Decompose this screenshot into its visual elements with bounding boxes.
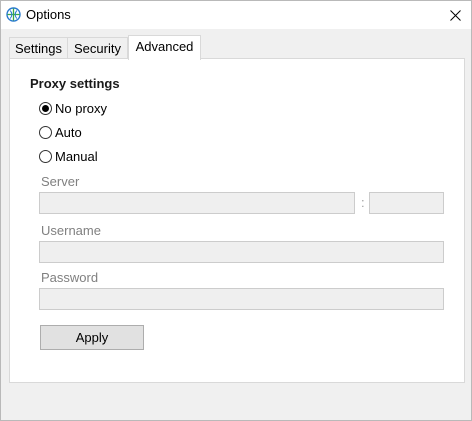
tab-advanced[interactable]: Advanced	[128, 35, 201, 60]
radio-auto-indicator[interactable]	[39, 126, 52, 139]
port-separator: :	[361, 195, 365, 210]
port-input[interactable]	[369, 192, 444, 214]
close-icon	[449, 9, 461, 21]
tab-security[interactable]: Security	[67, 37, 128, 59]
apply-button[interactable]: Apply	[40, 325, 144, 350]
title-bar[interactable]: Options	[1, 1, 471, 29]
radio-manual-indicator[interactable]	[39, 150, 52, 163]
radio-no-proxy[interactable]: No proxy	[39, 101, 107, 116]
password-input[interactable]	[39, 288, 444, 310]
window-title: Options	[26, 7, 71, 22]
username-label: Username	[41, 223, 101, 238]
radio-no-proxy-label: No proxy	[55, 101, 108, 116]
options-window: Options Settings Security Advanced Proxy…	[0, 0, 472, 421]
radio-manual-label: Manual	[55, 149, 98, 164]
proxy-settings-heading: Proxy settings	[30, 76, 120, 91]
advanced-panel: Proxy settings No proxy Auto Manual Serv…	[9, 58, 465, 383]
server-input[interactable]	[39, 192, 355, 214]
radio-no-proxy-indicator[interactable]	[39, 102, 52, 115]
globe-icon	[6, 7, 21, 22]
password-label: Password	[41, 270, 99, 285]
username-input[interactable]	[39, 241, 444, 263]
server-label: Server	[41, 174, 80, 189]
tab-settings[interactable]: Settings	[9, 37, 68, 59]
radio-manual[interactable]: Manual	[39, 149, 98, 164]
radio-auto-label: Auto	[55, 125, 82, 140]
radio-auto[interactable]: Auto	[39, 125, 82, 140]
close-button[interactable]	[439, 1, 471, 29]
tab-settings-label: Settings	[15, 41, 62, 56]
tab-security-label: Security	[74, 41, 121, 56]
tab-advanced-label: Advanced	[135, 39, 194, 54]
